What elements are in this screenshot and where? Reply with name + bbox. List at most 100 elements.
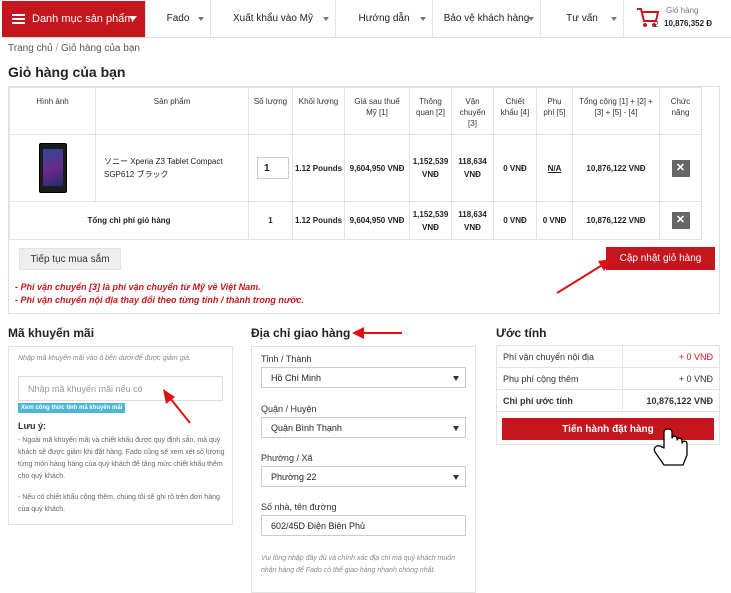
chevron-down-icon bbox=[198, 17, 204, 21]
district-select[interactable]: Quận Bình Thạnh bbox=[261, 417, 466, 438]
chevron-down-icon bbox=[453, 475, 459, 480]
estimate-value: + 0 VNĐ bbox=[622, 367, 720, 390]
breadcrumb-home[interactable]: Trang chủ bbox=[8, 43, 53, 54]
street-value: 602/45D Điện Biên Phủ bbox=[271, 520, 366, 531]
col-header-discount: Chiết khấu [4] bbox=[493, 87, 537, 135]
hamburger-icon bbox=[12, 14, 25, 24]
price-cell: 9,604,950 VNĐ bbox=[344, 134, 410, 202]
checkout-button[interactable]: Tiến hành đặt hàng bbox=[502, 418, 714, 440]
nav-item-fado[interactable]: Fado bbox=[145, 0, 210, 37]
total-cell: 10,876,122 VNĐ bbox=[572, 134, 660, 202]
cart-table: Hình ảnh Sản phẩm Số lượng Khối lượng Gi… bbox=[9, 87, 702, 240]
header-cart[interactable]: 2 Giỏ hàng 10,876,352 Đ bbox=[623, 0, 731, 37]
district-value: Quận Bình Thạnh bbox=[271, 422, 342, 433]
city-label: Tỉnh / Thành bbox=[261, 354, 312, 364]
quantity-input[interactable]: 1 bbox=[257, 157, 289, 179]
estimate-row: Phí vận chuyển nội địa + 0 VNĐ bbox=[495, 345, 720, 368]
city-value: Hồ Chí Minh bbox=[271, 372, 322, 383]
continue-shopping-button[interactable]: Tiếp tục mua sắm bbox=[19, 248, 121, 270]
summary-weight: 1.12 Pounds bbox=[292, 201, 345, 240]
cart-header-row: Hình ảnh Sản phẩm Số lượng Khối lượng Gi… bbox=[9, 87, 702, 135]
function-cell: ✕ bbox=[659, 134, 702, 202]
col-header-price: Giá sau thuế Mỹ [1] bbox=[344, 87, 410, 135]
street-input[interactable]: 602/45D Điện Biên Phủ bbox=[261, 515, 466, 536]
street-label: Số nhà, tên đường bbox=[261, 502, 337, 512]
chevron-down-icon bbox=[129, 16, 137, 21]
breadcrumb: Trang chủ / Giỏ hàng của bạn bbox=[8, 43, 140, 54]
category-menu-button[interactable]: Danh mục sản phẩm bbox=[2, 1, 145, 37]
summary-discount: 0 VNĐ bbox=[493, 201, 537, 240]
update-cart-button[interactable]: Cập nhật giỏ hàng bbox=[606, 247, 715, 270]
cart-label: Giỏ hàng bbox=[666, 6, 699, 15]
product-image-cell bbox=[9, 134, 96, 202]
shipping-cell: 118,634 VNĐ bbox=[451, 134, 494, 202]
ward-select[interactable]: Phường 22 bbox=[261, 466, 466, 487]
col-header-product: Sản phẩm bbox=[95, 87, 249, 135]
summary-label: Tổng chi phí giỏ hàng bbox=[9, 201, 249, 240]
estimate-label: Phí vận chuyển nội địa bbox=[495, 345, 624, 368]
shipping-note: - Phí vận chuyển [3] là phí vận chuyển t… bbox=[15, 282, 261, 292]
discount-cell: 0 VNĐ bbox=[493, 134, 537, 202]
summary-shipping: 118,634 VNĐ bbox=[451, 201, 494, 240]
summary-function-cell: ✕ bbox=[659, 201, 702, 240]
estimate-label: Phụ phí cộng thêm bbox=[495, 367, 624, 390]
estimate-row: Chi phí ước tính 10,876,122 VNĐ bbox=[495, 389, 720, 412]
promo-code-input[interactable]: Nhập mã khuyến mãi nếu có bbox=[18, 376, 223, 401]
remove-item-button[interactable]: ✕ bbox=[671, 159, 690, 177]
product-name-line2: SGP612 ブラック bbox=[104, 170, 169, 179]
shipping-note: - Phí vận chuyển nội địa thay đổi theo t… bbox=[15, 295, 304, 305]
ward-value: Phường 22 bbox=[271, 471, 317, 482]
chevron-down-icon bbox=[453, 426, 459, 431]
weight-cell: 1.12 Pounds bbox=[292, 134, 345, 202]
summary-customs: 1,152,539 VNĐ bbox=[409, 201, 452, 240]
shipping-notes: - Phí vận chuyển [3] là phí vận chuyển t… bbox=[15, 281, 304, 307]
nav-item-label: Hướng dẫn bbox=[358, 13, 410, 24]
col-header-image: Hình ảnh bbox=[9, 87, 96, 135]
ward-label: Phường / Xã bbox=[261, 453, 313, 463]
promo-formula-link[interactable]: Xem công thức tính mã khuyến mãi bbox=[18, 403, 126, 413]
col-header-function: Chức năng bbox=[659, 87, 702, 135]
product-image[interactable] bbox=[38, 143, 67, 193]
nav-item-label: Tư vấn bbox=[566, 13, 598, 24]
estimate-table: Phí vận chuyển nội địa + 0 VNĐ Phụ phí c… bbox=[495, 345, 720, 412]
nav-item-consult[interactable]: Tư vấn bbox=[540, 0, 623, 37]
top-navbar: Danh mục sản phẩm Fado Xuất khẩu vào Mỹ … bbox=[0, 0, 731, 38]
address-title: Địa chỉ giao hàng bbox=[251, 326, 351, 340]
address-hint: Vui lòng nhập đầy đủ và chính xác địa ch… bbox=[261, 555, 456, 574]
breadcrumb-separator: / bbox=[55, 43, 59, 54]
promo-panel: Nhập mã khuyến mãi vào ô bên dưới để đượ… bbox=[8, 346, 233, 525]
promo-title: Mã khuyến mãi bbox=[8, 326, 95, 340]
cart-total: 10,876,352 Đ bbox=[664, 19, 713, 28]
breadcrumb-current: Giỏ hàng của bạn bbox=[61, 43, 140, 54]
nav-item-label: Xuất khẩu vào Mỹ bbox=[232, 13, 314, 24]
summary-total: 10,876,122 VNĐ bbox=[572, 201, 660, 240]
customs-cell: 1,152,539 VNĐ bbox=[409, 134, 452, 202]
chevron-down-icon bbox=[453, 376, 459, 381]
city-select[interactable]: Hồ Chí Minh bbox=[261, 367, 466, 388]
cart-panel: Hình ảnh Sản phẩm Số lượng Khối lượng Gi… bbox=[8, 86, 720, 314]
chevron-down-icon bbox=[611, 17, 617, 21]
product-name-cell: ソニー Xperia Z3 Tablet Compact SGP612 ブラック bbox=[95, 134, 249, 202]
cart-count-badge: 2 bbox=[654, 20, 659, 29]
col-header-weight: Khối lượng bbox=[292, 87, 345, 135]
chevron-down-icon bbox=[420, 17, 426, 21]
col-header-customs: Thông quan [2] bbox=[409, 87, 452, 135]
col-header-shipping: Vận chuyển [3] bbox=[451, 87, 494, 135]
nav-item-protection[interactable]: Bảo vệ khách hàng bbox=[432, 0, 540, 37]
clear-cart-button[interactable]: ✕ bbox=[671, 212, 690, 229]
nav-item-label: Bảo vệ khách hàng bbox=[443, 13, 530, 24]
summary-surcharge: 0 VNĐ bbox=[536, 201, 573, 240]
product-name[interactable]: ソニー Xperia Z3 Tablet Compact bbox=[104, 155, 248, 168]
surcharge-link[interactable]: N/A bbox=[548, 164, 562, 173]
col-header-quantity: Số lượng bbox=[248, 87, 293, 135]
cart-item-row: ソニー Xperia Z3 Tablet Compact SGP612 ブラック… bbox=[9, 134, 702, 202]
district-label: Quận / Huyện bbox=[261, 404, 317, 414]
address-panel: Tỉnh / Thành Hồ Chí Minh Quận / Huyện Qu… bbox=[251, 346, 476, 593]
cart-summary-row: Tổng chi phí giỏ hàng 1 1.12 Pounds 9,60… bbox=[9, 201, 702, 240]
nav-item-export[interactable]: Xuất khẩu vào Mỹ bbox=[210, 0, 335, 37]
note-text: - Nếu có chiết khấu cộng thêm, chúng tôi… bbox=[18, 494, 220, 513]
chevron-down-icon bbox=[528, 17, 534, 21]
quantity-cell: 1 bbox=[248, 134, 293, 202]
estimate-value: 10,876,122 VNĐ bbox=[622, 389, 720, 412]
nav-item-guide[interactable]: Hướng dẫn bbox=[335, 0, 432, 37]
